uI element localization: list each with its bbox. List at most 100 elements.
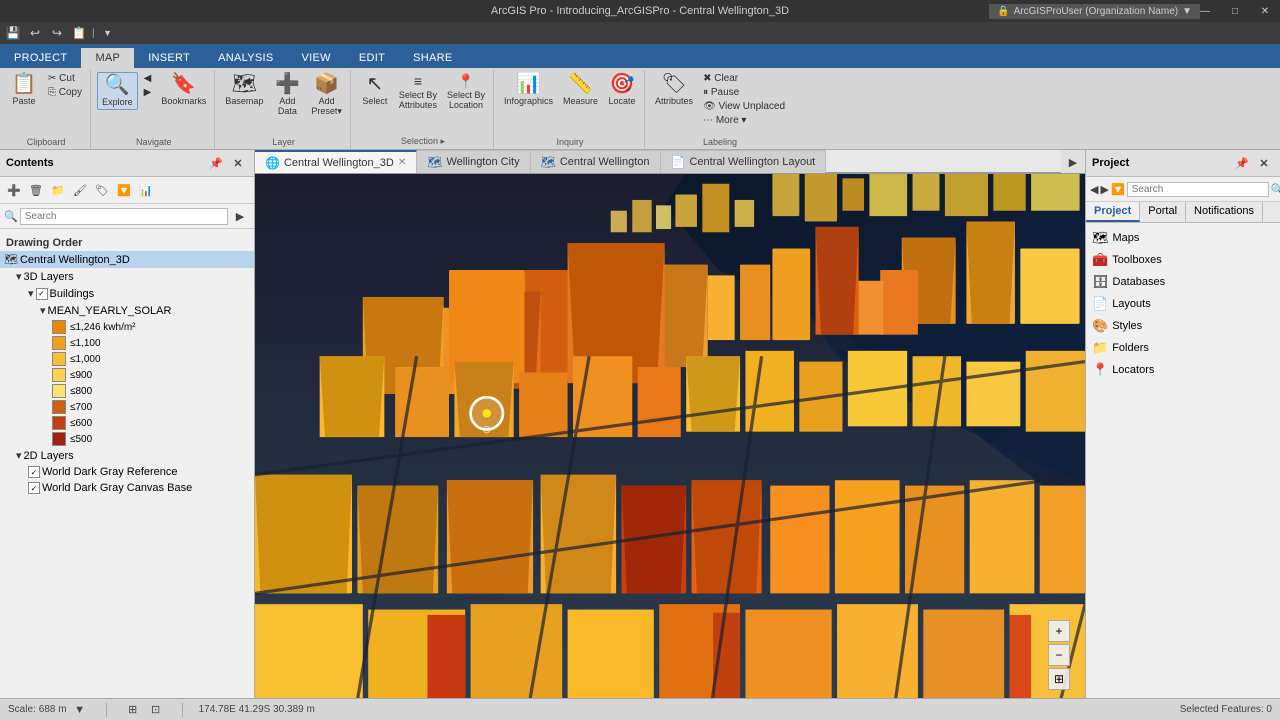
legend-item-1: ≤1,100 bbox=[0, 335, 254, 351]
project-filter-btn[interactable]: 🔽 bbox=[1111, 179, 1125, 199]
symbology-btn[interactable]: 🖌 bbox=[70, 180, 90, 200]
select-by-loc-btn[interactable]: 📍 Select ByLocation bbox=[443, 72, 489, 112]
project-folders[interactable]: 📁 Folders bbox=[1086, 337, 1280, 359]
map-viewport[interactable]: + − ⊞ bbox=[255, 174, 1085, 698]
explore-btn[interactable]: 🔍 Explore bbox=[97, 72, 138, 110]
clear-btn[interactable]: ✖ Clear bbox=[699, 72, 789, 85]
solar-layer[interactable]: ▾ MEAN_YEARLY_SOLAR bbox=[0, 302, 254, 319]
tab-scroll-right[interactable]: ▶ bbox=[1063, 152, 1083, 172]
legend-label-2: ≤1,000 bbox=[70, 354, 101, 365]
main-map-item[interactable]: 🗺 Central Wellington_3D bbox=[0, 251, 254, 268]
dark-ref-checkbox[interactable] bbox=[28, 466, 40, 478]
tab-insert[interactable]: INSERT bbox=[134, 48, 204, 68]
tab-share[interactable]: SHARE bbox=[399, 48, 466, 68]
add-layer-btn[interactable]: ➕ bbox=[4, 180, 24, 200]
world-dark-ref-item[interactable]: World Dark Gray Reference bbox=[0, 464, 254, 480]
map-tab-2[interactable]: 🗺 Central Wellington bbox=[531, 150, 661, 173]
close-btn[interactable]: ✕ bbox=[1250, 0, 1280, 22]
group-layer-btn[interactable]: 📁 bbox=[48, 180, 68, 200]
qa-save[interactable]: 💾 bbox=[4, 24, 22, 42]
project-forward-btn[interactable]: ▶ bbox=[1100, 179, 1108, 199]
project-search-btn[interactable]: 🔍 bbox=[1271, 179, 1280, 199]
tab-project[interactable]: PROJECT bbox=[0, 48, 81, 68]
project-styles[interactable]: 🎨 Styles bbox=[1086, 315, 1280, 337]
pause-btn[interactable]: ⏸ Pause bbox=[699, 86, 789, 99]
dark-canvas-checkbox[interactable] bbox=[28, 482, 40, 494]
minimize-btn[interactable]: — bbox=[1190, 0, 1220, 22]
styles-icon: 🎨 bbox=[1092, 318, 1108, 334]
buildings-group[interactable]: ▾ Buildings bbox=[0, 285, 254, 302]
label-btn[interactable]: 🏷 bbox=[92, 180, 112, 200]
map-tab-1[interactable]: 🗺 Wellington City bbox=[417, 150, 530, 173]
add-preset-btn[interactable]: 📦 AddPreset▾ bbox=[307, 72, 346, 119]
qa-clipboard[interactable]: 📋 bbox=[70, 24, 88, 42]
tab-view[interactable]: VIEW bbox=[288, 48, 345, 68]
copy-btn[interactable]: ⎘ Copy bbox=[44, 86, 86, 99]
locate-icon: 🎯 bbox=[610, 74, 635, 94]
project-tab-project[interactable]: Project bbox=[1086, 202, 1140, 222]
infographics-btn[interactable]: 📊 Infographics bbox=[500, 72, 557, 108]
scale-btn-2[interactable]: ⊡ bbox=[146, 700, 166, 720]
project-search-input[interactable] bbox=[1127, 182, 1269, 197]
buildings-checkbox[interactable] bbox=[36, 288, 48, 300]
add-data-btn[interactable]: ➕ AddData bbox=[269, 72, 305, 118]
tab-edit[interactable]: EDIT bbox=[345, 48, 399, 68]
measure-btn[interactable]: 📏 Measure bbox=[559, 72, 602, 108]
project-layouts[interactable]: 📄 Layouts bbox=[1086, 293, 1280, 315]
project-databases[interactable]: 🗄 Databases bbox=[1086, 271, 1280, 293]
scale-dropdown[interactable]: ▼ bbox=[70, 700, 90, 720]
zoom-in-btn[interactable]: + bbox=[1048, 620, 1070, 642]
scale-btn-1[interactable]: ⊞ bbox=[123, 700, 143, 720]
chart-btn[interactable]: 📊 bbox=[136, 180, 156, 200]
world-dark-canvas-item[interactable]: World Dark Gray Canvas Base bbox=[0, 480, 254, 496]
attributes-btn[interactable]: 🏷 Attributes bbox=[651, 72, 697, 108]
contents-close-btn[interactable]: ✕ bbox=[228, 153, 248, 173]
select-by-attr-btn[interactable]: ≡ Select ByAttributes bbox=[395, 72, 441, 112]
legend-label-3: ≤900 bbox=[70, 370, 92, 381]
2d-layers-group[interactable]: ▾ 2D Layers bbox=[0, 447, 254, 464]
cut-btn[interactable]: ✂ Cut bbox=[44, 72, 86, 85]
more-btn[interactable]: ⋯ More ▾ bbox=[699, 114, 789, 127]
tab-map[interactable]: MAP bbox=[81, 48, 134, 68]
contents-search-input[interactable] bbox=[20, 208, 228, 225]
layouts-label: Layouts bbox=[1112, 298, 1151, 310]
search-btn[interactable]: ▶ bbox=[230, 206, 250, 226]
paste-btn[interactable]: 📋 Paste bbox=[6, 72, 42, 108]
project-tab-notifications[interactable]: Notifications bbox=[1186, 202, 1263, 222]
nav-back[interactable]: ◀ bbox=[140, 72, 156, 85]
qa-customize[interactable]: ▼ bbox=[99, 24, 117, 42]
map-tab-0[interactable]: 🌐 Central Wellington_3D ✕ bbox=[255, 150, 417, 173]
tab-0-close[interactable]: ✕ bbox=[398, 157, 406, 168]
select-btn[interactable]: ↖ Select bbox=[357, 72, 393, 108]
contents-pin-btn[interactable]: 📌 bbox=[206, 153, 226, 173]
filter-btn[interactable]: 🔽 bbox=[114, 180, 134, 200]
maximize-btn[interactable]: □ bbox=[1220, 0, 1250, 22]
project-close-btn[interactable]: ✕ bbox=[1254, 153, 1274, 173]
navigate-group: 🔍 Explore ◀ ▶ 🔖 Bookmarks Navigate bbox=[93, 70, 215, 149]
bookmarks-btn[interactable]: 🔖 Bookmarks bbox=[157, 72, 210, 108]
legend-item-6: ≤600 bbox=[0, 415, 254, 431]
locate-btn[interactable]: 🎯 Locate bbox=[604, 72, 640, 108]
project-back-btn[interactable]: ◀ bbox=[1090, 179, 1098, 199]
select-icon: ↖ bbox=[367, 74, 384, 94]
view-unplaced-btn[interactable]: 👁 View Unplaced bbox=[699, 100, 789, 113]
tab-analysis[interactable]: ANALYSIS bbox=[204, 48, 287, 68]
zoom-out-btn[interactable]: − bbox=[1048, 644, 1070, 666]
legend-item-0: ≤1,246 kwh/m² bbox=[0, 319, 254, 335]
project-toolboxes[interactable]: 🧰 Toolboxes bbox=[1086, 249, 1280, 271]
project-maps[interactable]: 🗺 Maps bbox=[1086, 227, 1280, 249]
project-tab-portal[interactable]: Portal bbox=[1140, 202, 1186, 222]
labeling-group: 🏷 Attributes ✖ Clear ⏸ Pause 👁 View Unpl… bbox=[647, 70, 793, 149]
full-extent-btn[interactable]: ⊞ bbox=[1048, 668, 1070, 690]
qa-undo[interactable]: ↩ bbox=[26, 24, 44, 42]
basemap-btn[interactable]: 🗺 Basemap bbox=[221, 72, 267, 108]
map-tab-3[interactable]: 📄 Central Wellington Layout bbox=[661, 150, 827, 173]
project-locators[interactable]: 📍 Locators bbox=[1086, 359, 1280, 381]
clipboard-items: 📋 Paste ✂ Cut ⎘ Copy bbox=[6, 72, 86, 137]
3d-layers-group[interactable]: ▾ 3D Layers bbox=[0, 268, 254, 285]
remove-layer-btn[interactable]: 🗑 bbox=[26, 180, 46, 200]
project-pin-btn[interactable]: 📌 bbox=[1232, 153, 1252, 173]
project-panel: Project 📌 ✕ ◀ ▶ 🔽 🔍 Project Portal Notif… bbox=[1085, 150, 1280, 698]
qa-redo[interactable]: ↪ bbox=[48, 24, 66, 42]
nav-forward[interactable]: ▶ bbox=[140, 86, 156, 99]
